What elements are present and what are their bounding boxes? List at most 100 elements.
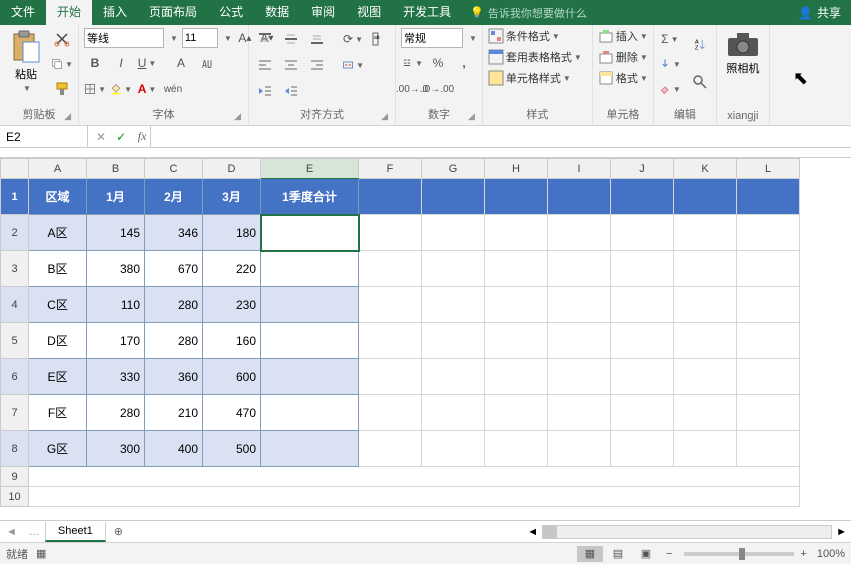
cell[interactable] [359,431,422,467]
col-header[interactable]: C [145,159,203,179]
cell[interactable]: 400 [145,431,203,467]
cell[interactable]: C区 [29,287,87,323]
zoom-out-button[interactable]: − [666,548,672,560]
cell[interactable] [261,215,359,251]
cell[interactable] [548,179,611,215]
phonetic-button[interactable]: ㍳ [196,52,218,74]
cell[interactable] [261,287,359,323]
cell[interactable] [359,359,422,395]
number-format-combo[interactable] [401,28,463,48]
delete-cells-button[interactable]: 删除▼ [598,49,648,65]
cell[interactable] [611,395,674,431]
cell[interactable] [485,431,548,467]
cell[interactable] [359,395,422,431]
page-layout-view-button[interactable]: ▤ [605,546,631,562]
col-header[interactable]: D [203,159,261,179]
align-center-button[interactable] [280,54,302,76]
cell[interactable]: 330 [87,359,145,395]
cell[interactable] [422,395,485,431]
cell[interactable] [422,215,485,251]
bold-button[interactable]: B [84,52,106,74]
align-left-button[interactable] [254,54,276,76]
row-header[interactable]: 7 [1,395,29,431]
cell[interactable] [674,323,737,359]
cell[interactable]: 380 [87,251,145,287]
decrease-indent-button[interactable] [254,80,276,102]
align-middle-button[interactable] [280,28,302,50]
cell[interactable] [548,287,611,323]
cell[interactable]: A区 [29,215,87,251]
cut-button[interactable] [51,28,73,50]
cell[interactable] [485,323,548,359]
chevron-down-icon[interactable]: ▼ [224,34,232,43]
font-color-button[interactable]: A▼ [136,78,158,100]
add-sheet-button[interactable]: ⊕ [106,525,131,538]
cell[interactable] [548,395,611,431]
cell[interactable]: 170 [87,323,145,359]
cell[interactable] [261,251,359,287]
copy-button[interactable]: ▼ [51,53,73,75]
cell[interactable] [261,395,359,431]
cell[interactable]: 3月 [203,179,261,215]
cell[interactable] [485,251,548,287]
cell[interactable]: E区 [29,359,87,395]
cell[interactable] [737,251,800,287]
tab-data[interactable]: 数据 [254,0,300,25]
horizontal-scrollbar[interactable]: ◄► [131,525,851,539]
paste-button[interactable]: 粘贴 ▼ [5,28,47,93]
cell[interactable]: 220 [203,251,261,287]
tab-review[interactable]: 审阅 [300,0,346,25]
cell[interactable]: 2月 [145,179,203,215]
cell[interactable] [29,487,800,507]
cell[interactable]: 1季度合计 [261,179,359,215]
cell[interactable] [261,359,359,395]
cell[interactable]: 280 [145,287,203,323]
cell[interactable]: 区域 [29,179,87,215]
tab-page-layout[interactable]: 页面布局 [138,0,208,25]
row-header[interactable]: 6 [1,359,29,395]
underline-button[interactable]: U▼ [136,52,158,74]
pinyin-button[interactable]: wén [162,78,184,100]
col-header[interactable]: A [29,159,87,179]
cell[interactable] [548,431,611,467]
cell[interactable] [674,215,737,251]
cell[interactable] [548,359,611,395]
cell-styles-button[interactable]: 单元格样式▼ [488,70,571,86]
cell[interactable]: 280 [87,395,145,431]
phonetic-a-button[interactable]: A [170,52,192,74]
cell[interactable]: 470 [203,395,261,431]
row-header[interactable]: 8 [1,431,29,467]
tab-developer[interactable]: 开发工具 [392,0,462,25]
cell[interactable] [674,179,737,215]
select-all-corner[interactable] [1,159,29,179]
decrease-decimal-button[interactable]: .0→.00 [427,78,449,100]
merge-button[interactable]: ▼ [342,54,364,76]
col-header[interactable]: E [261,159,359,179]
cell[interactable]: 300 [87,431,145,467]
percent-button[interactable]: % [427,52,449,74]
cell[interactable] [359,215,422,251]
currency-button[interactable]: ☳▼ [401,52,423,74]
formula-input[interactable] [150,126,851,147]
cell[interactable]: 600 [203,359,261,395]
cell[interactable] [422,323,485,359]
cell[interactable] [611,431,674,467]
cell[interactable] [737,323,800,359]
cell[interactable] [359,251,422,287]
zoom-in-button[interactable]: + [800,548,806,560]
row-header[interactable]: 9 [1,467,29,487]
zoom-level[interactable]: 100% [817,548,845,560]
row-header[interactable]: 5 [1,323,29,359]
macro-record-icon[interactable]: ▦ [36,547,46,560]
format-as-table-button[interactable]: 套用表格格式▼ [488,49,582,65]
cell[interactable]: 1月 [87,179,145,215]
normal-view-button[interactable]: ▦ [577,546,603,562]
cell[interactable] [359,287,422,323]
col-header[interactable]: I [548,159,611,179]
wrap-text-button[interactable]: ab [368,28,390,50]
row-header[interactable]: 2 [1,215,29,251]
cell[interactable] [611,215,674,251]
enter-formula-icon[interactable]: ✓ [116,130,126,144]
cell[interactable] [737,287,800,323]
camera-button[interactable]: 照相机 [722,28,764,76]
